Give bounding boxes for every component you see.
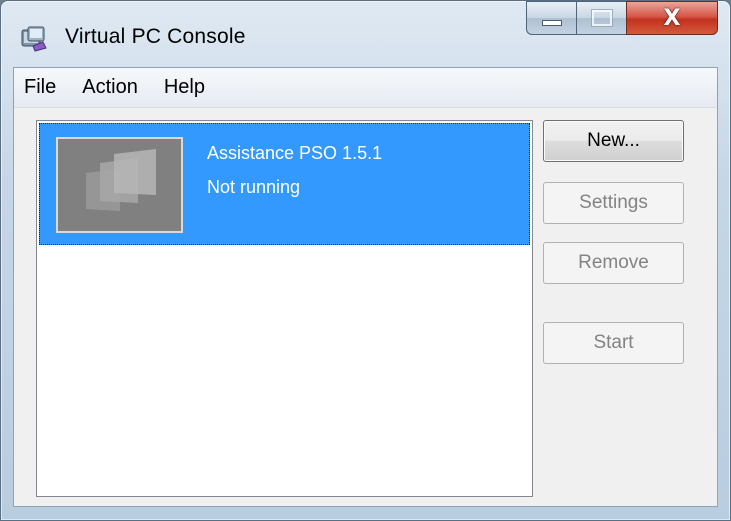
vm-status: Not running: [207, 177, 301, 197]
minimize-icon: [541, 20, 562, 26]
minimize-button[interactable]: [526, 1, 576, 35]
menu-help[interactable]: Help: [151, 76, 218, 99]
remove-button[interactable]: Remove: [543, 242, 684, 284]
title-bar[interactable]: Virtual PC Console X: [1, 1, 730, 63]
vm-name: Assistance PSO 1.5.1: [207, 143, 383, 163]
virtual-pc-app-icon: [21, 26, 47, 52]
window-title: Virtual PC Console: [65, 25, 246, 48]
caption-buttons: X: [526, 1, 718, 35]
stacked-windows-icon: [86, 149, 156, 211]
close-button[interactable]: X: [626, 1, 718, 35]
maximize-button[interactable]: [576, 1, 626, 35]
menu-bar: File Action Help: [14, 68, 717, 108]
start-button[interactable]: Start: [543, 322, 684, 364]
client-area: File Action Help Assistance PSO 1.5.1 No…: [13, 67, 718, 507]
vm-thumbnail-icon: [56, 137, 183, 233]
virtual-pc-console-window: Virtual PC Console X File Action Help As…: [0, 0, 731, 521]
menu-file[interactable]: File: [24, 76, 69, 99]
vm-list-item[interactable]: Assistance PSO 1.5.1 Not running: [39, 123, 530, 245]
virtual-machine-list[interactable]: Assistance PSO 1.5.1 Not running: [36, 120, 533, 497]
maximize-icon: [590, 9, 613, 27]
settings-button[interactable]: Settings: [543, 182, 684, 224]
menu-action[interactable]: Action: [69, 76, 151, 99]
close-icon: X: [663, 5, 681, 31]
new-button[interactable]: New...: [543, 120, 684, 162]
